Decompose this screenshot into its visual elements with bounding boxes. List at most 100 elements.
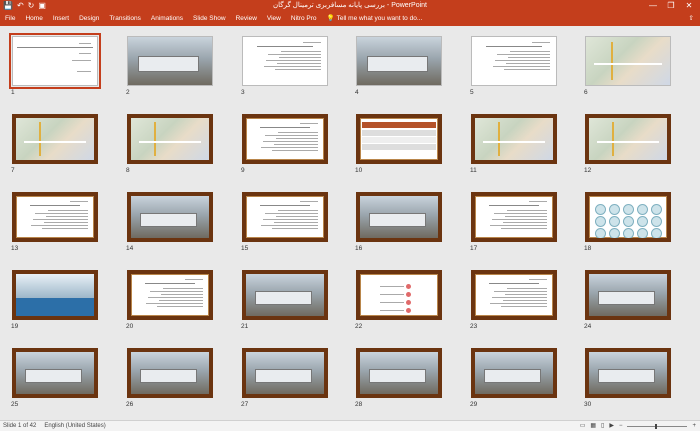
text-line	[495, 60, 550, 61]
text-line	[77, 71, 91, 72]
text-line	[303, 42, 321, 43]
text-line	[380, 310, 404, 311]
text-line	[501, 228, 547, 229]
slide-number: 29	[470, 401, 478, 408]
title-rule	[486, 46, 542, 47]
photo-subject	[598, 368, 655, 383]
map-road	[482, 141, 546, 144]
bullet-dot	[406, 284, 411, 289]
tab-transitions[interactable]: Transitions	[104, 12, 146, 26]
map-road	[594, 63, 662, 66]
text-line	[161, 294, 203, 295]
text-line	[510, 51, 550, 52]
slide-thumbnail[interactable]	[242, 36, 328, 86]
text-line	[79, 53, 91, 54]
slide-thumbnail[interactable]	[471, 270, 557, 320]
photo-subject	[140, 212, 197, 227]
slide-thumbnail[interactable]	[585, 36, 671, 86]
slide-thumbnail[interactable]	[127, 114, 213, 164]
slide-number: 4	[355, 89, 359, 96]
text-line	[261, 147, 318, 148]
tab-nitro-pro[interactable]: Nitro Pro	[286, 12, 322, 26]
slide-number: 20	[126, 323, 134, 330]
text-line	[70, 201, 88, 202]
slide-thumbnail[interactable]	[12, 270, 98, 320]
slide-thumbnail[interactable]	[585, 114, 671, 164]
text-line	[148, 297, 203, 298]
text-line	[266, 60, 321, 61]
slide-thumbnail[interactable]	[471, 348, 557, 398]
table-header	[362, 122, 436, 128]
tab-insert[interactable]: Insert	[48, 12, 74, 26]
slide-thumbnail[interactable]	[471, 114, 557, 164]
title-rule	[489, 283, 539, 284]
slide-thumbnail[interactable]	[12, 114, 98, 164]
slide-thumbnail[interactable]	[242, 114, 328, 164]
text-line	[278, 132, 318, 133]
map-road	[39, 122, 42, 156]
zoom-slider[interactable]	[627, 423, 688, 429]
tab-animations[interactable]: Animations	[146, 12, 188, 26]
share-button[interactable]: ⇧	[689, 12, 694, 26]
slide-thumbnail[interactable]	[356, 36, 442, 86]
close-icon[interactable]: ✕	[680, 0, 698, 12]
title-rule	[489, 205, 539, 206]
text-line	[490, 225, 547, 226]
tab-slide-show[interactable]: Slide Show	[188, 12, 231, 26]
slide-number: 26	[126, 401, 134, 408]
slide-number: 17	[470, 245, 478, 252]
diagram-node	[623, 204, 634, 215]
map-image	[16, 118, 94, 160]
slide-thumbnail[interactable]	[356, 270, 442, 320]
ribbon-tabs: File Home Insert Design Transitions Animation…	[0, 12, 700, 26]
slide-thumbnail[interactable]	[585, 192, 671, 242]
diagram-node	[595, 216, 606, 227]
title-rule	[260, 127, 310, 128]
slide-thumbnail[interactable]	[127, 270, 213, 320]
slide-thumbnail[interactable]	[12, 192, 98, 242]
photo-subject	[598, 290, 655, 305]
slide-thumbnail[interactable]	[356, 114, 442, 164]
tab-review[interactable]: Review	[231, 12, 262, 26]
text-line	[79, 43, 91, 44]
title-rule	[257, 46, 313, 47]
slide-thumbnail[interactable]	[471, 192, 557, 242]
slide-thumbnail[interactable]	[242, 270, 328, 320]
photo-subject	[255, 290, 312, 305]
text-line	[72, 60, 91, 61]
minimize-icon[interactable]: —	[644, 0, 662, 12]
text-line	[279, 57, 321, 58]
diagram-node	[651, 216, 662, 227]
slide-thumbnail[interactable]	[12, 348, 98, 398]
slide-thumbnail[interactable]	[242, 348, 328, 398]
slide-thumbnail[interactable]	[242, 192, 328, 242]
text-line	[278, 210, 318, 211]
map-image	[589, 118, 667, 160]
slide-thumbnail[interactable]	[471, 36, 557, 86]
text-line	[492, 219, 547, 220]
slide-number: 25	[11, 401, 19, 408]
slide-thumbnail[interactable]	[127, 36, 213, 86]
banner-photo	[16, 274, 94, 298]
slide-thumbnail[interactable]	[127, 348, 213, 398]
text-line	[48, 210, 88, 211]
tab-design[interactable]: Design	[74, 12, 104, 26]
slide-number: 13	[11, 245, 19, 252]
text-line	[261, 225, 318, 226]
slide-thumbnail[interactable]	[356, 348, 442, 398]
title-rule	[260, 205, 310, 206]
slide-number: 3	[241, 89, 245, 96]
slide-thumbnail[interactable]	[356, 192, 442, 242]
tab-view[interactable]: View	[262, 12, 286, 26]
slide-thumbnail[interactable]	[127, 192, 213, 242]
restore-icon[interactable]: ❐	[662, 0, 680, 12]
slide-thumbnail[interactable]	[9, 33, 101, 89]
photo-subject	[484, 368, 541, 383]
tab-file[interactable]: File	[0, 12, 20, 26]
diagram-node	[595, 204, 606, 215]
tab-home[interactable]: Home	[20, 12, 47, 26]
tell-me-box[interactable]: 💡 Tell me what you want to do...	[322, 12, 428, 26]
photo-subject	[369, 368, 426, 383]
slide-thumbnail[interactable]	[585, 270, 671, 320]
slide-thumbnail[interactable]	[585, 348, 671, 398]
